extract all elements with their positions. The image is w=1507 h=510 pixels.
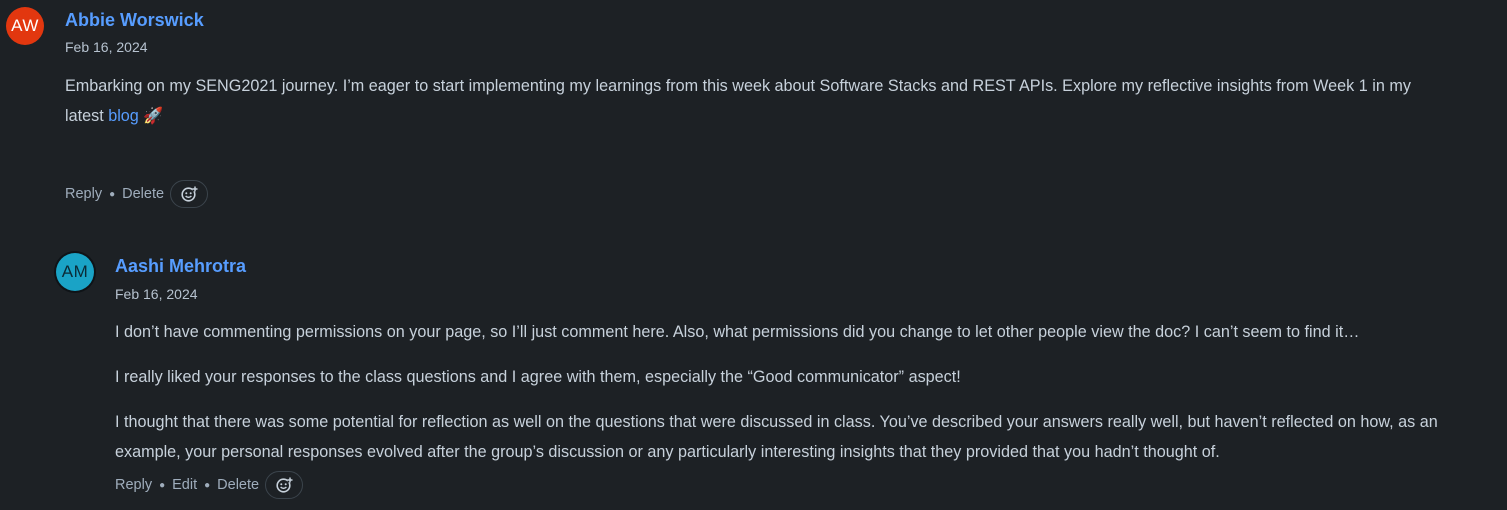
separator-dot: ● [109,188,116,200]
add-reaction-button[interactable] [265,471,304,499]
separator-dot: ● [204,479,211,491]
comment-paragraph: I don’t have commenting permissions on y… [115,323,1360,341]
blog-link[interactable]: blog [108,107,139,125]
delete-button[interactable]: Delete [217,477,259,493]
comment-actions: Reply ● Delete [65,180,209,208]
avatar[interactable]: AM [56,253,94,291]
comment-body-line: Embarking on my SENG2021 journey. I’m ea… [65,77,1411,95]
comment-date[interactable]: Feb 16, 2024 [65,39,148,55]
separator-dot: ● [159,479,166,491]
comment-date[interactable]: Feb 16, 2024 [115,286,198,302]
add-reaction-icon [181,186,198,202]
comment-body-prefix: latest [65,107,109,125]
rocket-emoji: 🚀 [143,107,164,125]
comment-body-line: latest blog 🚀 [65,101,1495,131]
comment-actions: Reply ● Edit ● Delete [115,471,304,499]
comment-author[interactable]: Aashi Mehrotra [115,256,246,277]
add-reaction-icon [276,477,293,493]
reply-button[interactable]: Reply [65,186,102,202]
comment-body: Embarking on my SENG2021 journey. I’m ea… [65,71,1495,131]
comment-paragraph: I thought that there was some potential … [115,413,1438,461]
avatar[interactable]: AW [6,7,44,45]
delete-button[interactable]: Delete [122,186,164,202]
comment-author[interactable]: Abbie Worswick [65,10,204,31]
comment-paragraph: I really liked your responses to the cla… [115,368,961,386]
add-reaction-button[interactable] [170,180,209,208]
edit-button[interactable]: Edit [172,477,197,493]
reply-button[interactable]: Reply [115,477,152,493]
